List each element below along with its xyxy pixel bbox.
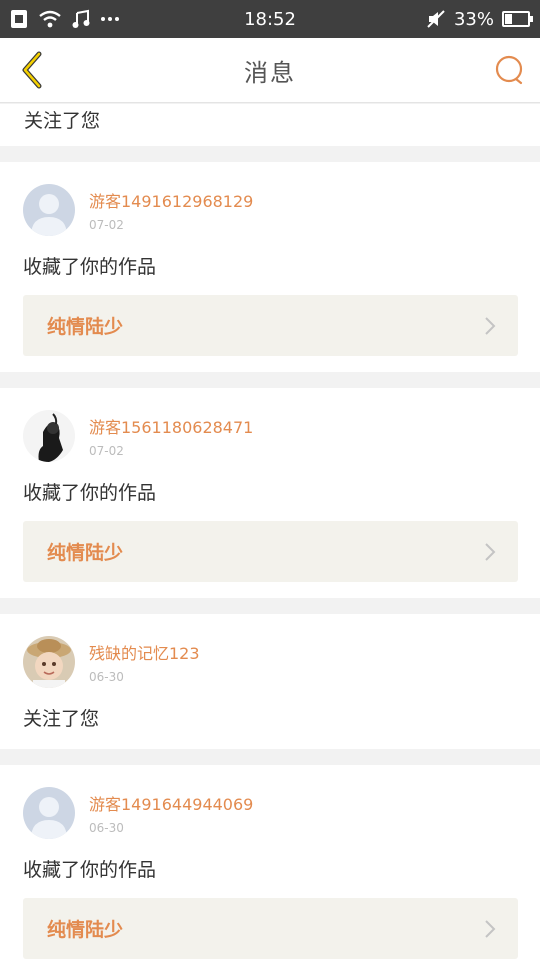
message-action: 收藏了你的作品 [23,482,157,504]
message-action: 收藏了你的作品 [23,256,157,278]
user-meta: 游客1561180628471 07-02 [89,414,253,458]
wifi-icon [38,9,62,29]
message-date: 06-30 [89,670,124,684]
message-date: 07-02 [89,444,124,458]
divider [0,749,540,765]
default-avatar[interactable] [23,787,75,839]
sim-card-icon [10,9,28,29]
work-link[interactable]: 纯情陆少 [23,295,518,356]
work-title: 纯情陆少 [47,316,124,338]
username[interactable]: 游客1561180628471 [89,414,253,438]
default-avatar[interactable] [23,184,75,236]
status-right-icons: 33% [426,8,533,30]
chevron-right-icon [485,919,496,938]
user-row: 游客1491644944069 06-30 [23,787,518,839]
status-bar: 18:52 33% [0,0,540,38]
user-meta: 游客1491644944069 06-30 [89,791,253,835]
child-avatar[interactable] [23,636,75,688]
more-dots-icon [100,16,120,22]
user-meta: 残缺的记忆123 06-30 [89,640,200,684]
divider [0,146,540,162]
work-link[interactable]: 纯情陆少 [23,521,518,582]
username[interactable]: 游客1491612968129 [89,188,253,212]
message-list: 关注了您 游客1491612968129 07-02 收藏了你的作品 纯情陆少 … [0,104,540,975]
work-title: 纯情陆少 [47,919,124,941]
work-link[interactable]: 纯情陆少 [23,898,518,959]
message-date: 06-30 [89,821,124,835]
message-action: 关注了您 [23,708,100,730]
music-note-icon [72,9,90,29]
search-icon [495,55,523,85]
message-action: 关注了您 [24,110,101,132]
work-title: 纯情陆少 [47,542,124,564]
message-item[interactable]: 残缺的记忆123 06-30 关注了您 [0,614,540,749]
user-row: 游客1491612968129 07-02 [23,184,518,236]
divider [0,598,540,614]
user-row: 残缺的记忆123 06-30 [23,636,518,688]
battery-icon [502,11,533,27]
divider [0,372,540,388]
user-row: 游客1561180628471 07-02 [23,410,518,462]
chevron-right-icon [485,542,496,561]
message-item[interactable]: 游客1491612968129 07-02 收藏了你的作品 纯情陆少 [0,162,540,372]
page-title: 消息 [244,58,296,87]
battery-percent: 33% [453,8,494,30]
nav-bar: 消息 [0,38,540,103]
message-item[interactable]: 游客1491644944069 06-30 收藏了你的作品 纯情陆少 [0,765,540,975]
message-item-partial: 关注了您 [0,104,540,146]
photo-avatar[interactable] [23,410,75,462]
chevron-right-icon [485,316,496,335]
message-date: 07-02 [89,218,124,232]
battery-level [505,14,512,24]
chevron-left-icon [22,51,42,89]
status-left-icons [10,9,210,29]
message-item[interactable]: 游客1561180628471 07-02 收藏了你的作品 纯情陆少 [0,388,540,598]
message-action: 收藏了你的作品 [23,859,157,881]
back-button[interactable] [12,50,52,90]
search-button[interactable] [492,52,528,88]
username[interactable]: 残缺的记忆123 [89,640,200,664]
username[interactable]: 游客1491644944069 [89,791,253,815]
mute-icon [426,9,446,29]
user-meta: 游客1491612968129 07-02 [89,188,253,232]
